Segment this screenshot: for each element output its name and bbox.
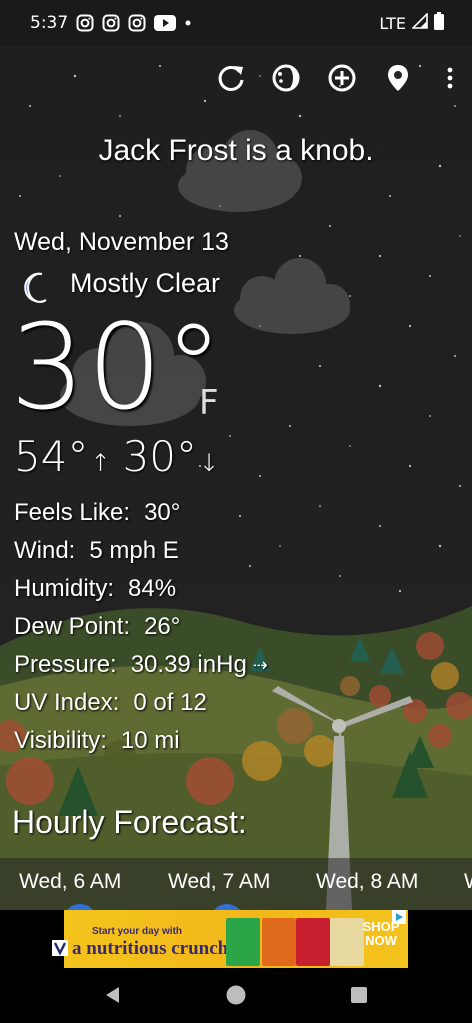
feels-like-row: Feels Like: 30° (14, 494, 268, 532)
hourly-item[interactable]: Wed, 7 AM (168, 870, 270, 894)
pressure-value: 30.39 inHg (130, 651, 247, 678)
wind-row: Wind: 5 mph E (14, 532, 268, 570)
humidity-row: Humidity: 84% (14, 570, 268, 608)
wind-value: 5 mph E (89, 537, 179, 564)
hourly-forecast-list[interactable]: Wed, 6 AM Wed, 7 AM Wed, 8 AM W (0, 858, 472, 910)
network-type: LTE (379, 13, 406, 33)
cereal-box-image (296, 918, 330, 966)
add-location-button[interactable] (322, 60, 362, 100)
weather-details: Feels Like: 30° Wind: 5 mph E Humidity: … (14, 494, 268, 760)
hourly-forecast-title: Hourly Forecast: (12, 804, 247, 840)
back-icon (103, 985, 123, 1010)
theme-button[interactable] (266, 60, 306, 100)
home-icon (225, 984, 247, 1011)
instagram-icon (128, 14, 146, 32)
ad-shop-now-button[interactable]: SHOP NOW (360, 919, 402, 949)
dew-point-value: 26° (144, 613, 181, 640)
overflow-menu-button[interactable] (430, 60, 470, 100)
pressure-label: Pressure: (14, 651, 117, 678)
high-temperature: 54° (14, 432, 89, 481)
dew-point-label: Dew Point: (14, 613, 131, 640)
wind-label: Wind: (14, 537, 76, 564)
humidity-label: Humidity: (14, 575, 115, 602)
status-right: LTE (379, 0, 444, 46)
cereal-box-image (330, 918, 364, 966)
more-vert-icon (445, 66, 455, 95)
ad-line-2: a nutritious crunch. (72, 938, 233, 959)
recents-button[interactable] (342, 980, 376, 1014)
refresh-icon (216, 63, 246, 98)
pressure-row: Pressure: 30.39 inHg ⇢ (14, 646, 268, 684)
home-button[interactable] (219, 980, 253, 1014)
toolbar (0, 60, 472, 100)
current-temperature: 30° (10, 298, 226, 436)
signal-icon (411, 12, 428, 33)
uv-index-value: 0 of 12 (133, 689, 207, 716)
youtube-icon (154, 15, 177, 31)
hourly-item[interactable]: Wed, 8 AM (316, 870, 418, 894)
cereal-box-image (226, 918, 260, 966)
uv-index-label: UV Index: (14, 689, 120, 716)
system-nav-bar (0, 970, 472, 1023)
refresh-button[interactable] (211, 60, 251, 100)
visibility-label: Visibility: (14, 727, 107, 754)
dew-point-row: Dew Point: 26° (14, 608, 268, 646)
notification-icons (76, 14, 192, 32)
ad-line-1: Start your day with (92, 926, 183, 937)
humidity-value: 84% (128, 575, 177, 602)
recents-icon (350, 986, 368, 1009)
low-temperature: 30° (122, 432, 198, 481)
add-location-icon (327, 63, 357, 98)
hourly-item[interactable]: W (464, 870, 472, 894)
ad-banner[interactable]: Start your day with a nutritious crunch.… (64, 910, 408, 968)
status-time: 5:37 (30, 13, 69, 33)
feels-like-value: 30° (144, 499, 181, 526)
pressure-steady-arrow-icon: ⇢ (252, 654, 268, 675)
up-arrow-icon: ↑ (90, 449, 111, 477)
status-bar: 5:37 LTE (0, 0, 472, 46)
back-button[interactable] (96, 980, 130, 1014)
location-button[interactable] (378, 60, 418, 100)
uv-index-row: UV Index: 0 of 12 (14, 684, 268, 722)
current-date: Wed, November 13 (14, 228, 229, 256)
dot-icon (184, 19, 192, 27)
high-low: 54° ↑ 30° ↓ (14, 432, 229, 481)
visibility-row: Visibility: 10 mi (14, 722, 268, 760)
cereal-box-image (262, 918, 296, 966)
battery-icon (434, 12, 444, 34)
temperature-unit: F (199, 383, 219, 423)
current-condition: Mostly Clear (70, 268, 221, 298)
ad-choices-icon[interactable] (392, 910, 406, 924)
feels-like-label: Feels Like: (14, 499, 131, 526)
ad-area: Start your day with a nutritious crunch.… (0, 910, 472, 970)
headline: Jack Frost is a knob. (98, 134, 374, 167)
theme-icon (271, 63, 301, 98)
down-arrow-icon: ↓ (199, 449, 220, 477)
hourly-item[interactable]: Wed, 6 AM (19, 870, 121, 894)
weather-app: Jack Frost is a knob. Wed, November 13 M… (0, 46, 472, 910)
location-pin-icon (385, 63, 411, 98)
visibility-value: 10 mi (120, 727, 180, 754)
instagram-icon (102, 14, 120, 32)
instagram-icon (76, 14, 94, 32)
ad-network-logo-icon (52, 940, 68, 956)
